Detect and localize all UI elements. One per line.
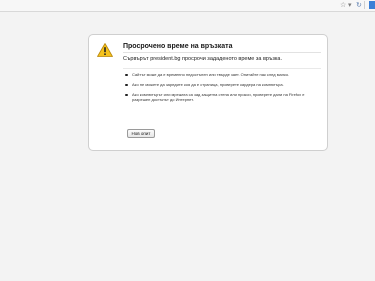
list-item-text: Сайтът може да е временно недостъпен или… — [132, 72, 290, 77]
bullet-icon — [125, 93, 128, 96]
history-icon[interactable]: ▾ — [348, 1, 356, 9]
title-divider — [123, 52, 321, 53]
description-divider — [123, 68, 321, 69]
error-short-description: Сървърът president.bg просрочи зададенот… — [123, 56, 283, 62]
list-item: Ако компютърът или мрежата са зад защитн… — [123, 92, 323, 102]
list-item-text: Ако не можете да заредите коя да е стран… — [132, 82, 284, 87]
list-item-text: Ако компютърът или мрежата са зад защитн… — [132, 92, 305, 102]
browser-viewport: ☆ ▾ ↻ Просрочено време на връзката Сървъ… — [0, 0, 375, 281]
browser-toolbar: ☆ ▾ ↻ — [0, 0, 375, 12]
bullet-icon — [125, 73, 128, 76]
error-suggestions-list: Сайтът може да е временно недостъпен или… — [123, 72, 323, 107]
retry-button[interactable]: Нов опит — [127, 129, 155, 138]
star-icon[interactable]: ☆ — [340, 1, 348, 9]
search-icon[interactable] — [369, 1, 375, 9]
reload-icon[interactable]: ↻ — [356, 1, 364, 9]
bullet-icon — [125, 83, 128, 86]
list-item: Сайтът може да е временно недостъпен или… — [123, 72, 323, 77]
warning-icon — [97, 43, 113, 57]
error-title: Просрочено време на връзката — [123, 43, 233, 50]
list-item: Ако не можете да заредите коя да е стран… — [123, 82, 323, 87]
